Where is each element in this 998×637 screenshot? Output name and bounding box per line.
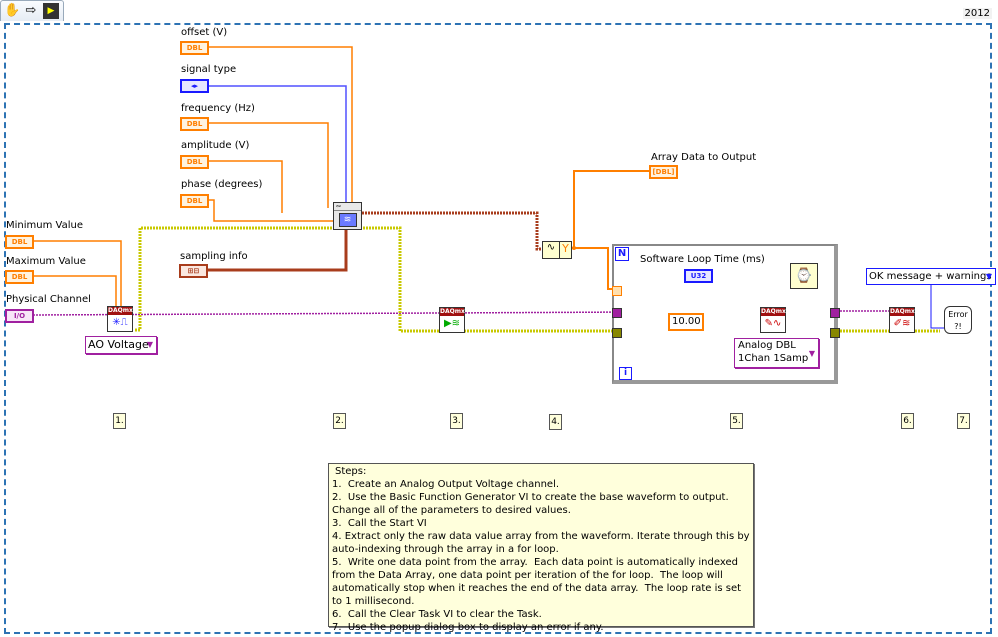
wire-frequency — [209, 122, 329, 208]
notes-line: 4. Extract only the raw data value array… — [332, 531, 753, 555]
get-waveform-components[interactable]: ∿ Y — [542, 241, 572, 259]
step-label: 3. — [450, 413, 463, 429]
chevron-down-icon: ▼ — [985, 272, 992, 281]
task-tunnel-out — [830, 308, 840, 318]
notes-line: 3. Call the Start VI — [332, 518, 427, 529]
offset-label: offset (V) — [181, 27, 228, 38]
wire-array-data — [570, 170, 649, 249]
wire-waveform — [362, 211, 542, 251]
fg-header: ∾ — [334, 203, 361, 211]
step-label: 6. — [901, 413, 914, 429]
maximum-value-control[interactable]: DBL — [5, 270, 34, 284]
amplitude-label: amplitude (V) — [181, 140, 250, 151]
daqmx-write-vi[interactable]: DAQmx ✎∿ — [760, 307, 786, 333]
daqmx-start-task-vi[interactable]: DAQmx ▶≋ — [439, 307, 465, 333]
loop-time-label: Software Loop Time (ms) — [640, 254, 765, 265]
write-polymorphic-ring[interactable]: Analog DBL 1Chan 1Samp ▼ — [734, 338, 819, 368]
waveform-icon: ≋ — [338, 213, 357, 227]
error-tunnel-in — [612, 328, 622, 338]
offset-control[interactable]: DBL — [180, 41, 209, 55]
notes-line: 6. Call the Clear Task VI to clear the T… — [332, 609, 542, 620]
pencil-icon: ✎∿ — [764, 318, 782, 329]
task-tunnel-in — [612, 308, 622, 318]
notes-line: 2. Use the Basic Function Generator VI t… — [332, 492, 735, 516]
loop-time-control[interactable]: U32 — [684, 269, 713, 283]
daqmx-create-channel-vi[interactable]: DAQmx ✳⎍ — [107, 306, 133, 332]
play-icon: ▶≋ — [443, 318, 461, 329]
minimum-value-label: Minimum Value — [6, 220, 83, 231]
frequency-label: frequency (Hz) — [181, 103, 255, 114]
minimum-value-control[interactable]: DBL — [5, 235, 34, 249]
wire-sampling-info — [208, 229, 348, 272]
error-tunnel-out — [830, 328, 840, 338]
step-label: 2. — [333, 413, 346, 429]
step-label: 4. — [549, 414, 562, 430]
notes-line: 1. Create an Analog Output Voltage chann… — [332, 479, 560, 490]
notes-title: Steps: — [335, 466, 367, 477]
sampling-info-control[interactable]: ⊞⊟ — [179, 264, 208, 278]
array-data-indicator: [DBL] — [649, 165, 678, 179]
daqmx-clear-task-vi[interactable]: DAQmx ✐≋ — [889, 307, 915, 333]
wire-phase — [209, 199, 334, 222]
signal-type-label: signal type — [181, 64, 237, 75]
create-channel-icon: ✳⎍ — [112, 317, 128, 328]
wire-error-ring — [930, 283, 944, 329]
array-data-label: Array Data to Output — [651, 152, 757, 163]
physical-channel-control[interactable]: I/O — [5, 309, 34, 323]
maximum-value-label: Maximum Value — [6, 256, 86, 267]
array-tunnel-in — [612, 286, 622, 296]
notes-line: 7. Use the popup dialog box to display a… — [332, 622, 604, 633]
step-label: 5. — [730, 413, 743, 429]
chevron-down-icon: ▼ — [808, 349, 815, 358]
step-label: 7. — [957, 413, 970, 429]
simple-error-handler-vi[interactable]: Error ?! — [944, 306, 972, 334]
amplitude-control[interactable]: DBL — [180, 155, 209, 169]
timeout-constant[interactable]: 10.00 — [668, 313, 704, 331]
notes-line: 5. Write one data point from the array. … — [332, 557, 745, 607]
signal-type-control[interactable]: ◂▸ — [180, 79, 209, 93]
eraser-icon: ✐≋ — [893, 318, 911, 329]
frequency-control[interactable]: DBL — [180, 117, 209, 131]
loop-count-terminal[interactable]: N — [615, 247, 629, 261]
wire-error — [135, 226, 612, 333]
steps-comment: Steps: 1. Create an Analog Output Voltag… — [328, 463, 754, 633]
chevron-down-icon: ▼ — [146, 340, 153, 349]
sampling-info-label: sampling info — [180, 251, 248, 262]
phase-label: phase (degrees) — [181, 179, 263, 190]
error-dialog-type-ring[interactable]: OK message + warnings ▼ — [866, 268, 996, 285]
for-loop[interactable]: N Software Loop Time (ms) U32 ⌚ 10.00 DA… — [612, 244, 840, 384]
physical-channel-label: Physical Channel — [6, 294, 91, 305]
loop-iteration-terminal: i — [619, 367, 632, 380]
phase-control[interactable]: DBL — [180, 194, 209, 208]
ao-voltage-ring[interactable]: AO Voltage ▼ — [85, 336, 157, 354]
step-label: 1. — [113, 413, 126, 429]
wait-ms-icon[interactable]: ⌚ — [790, 263, 818, 289]
basic-function-generator-vi[interactable]: ∾ ≋ — [333, 202, 362, 230]
